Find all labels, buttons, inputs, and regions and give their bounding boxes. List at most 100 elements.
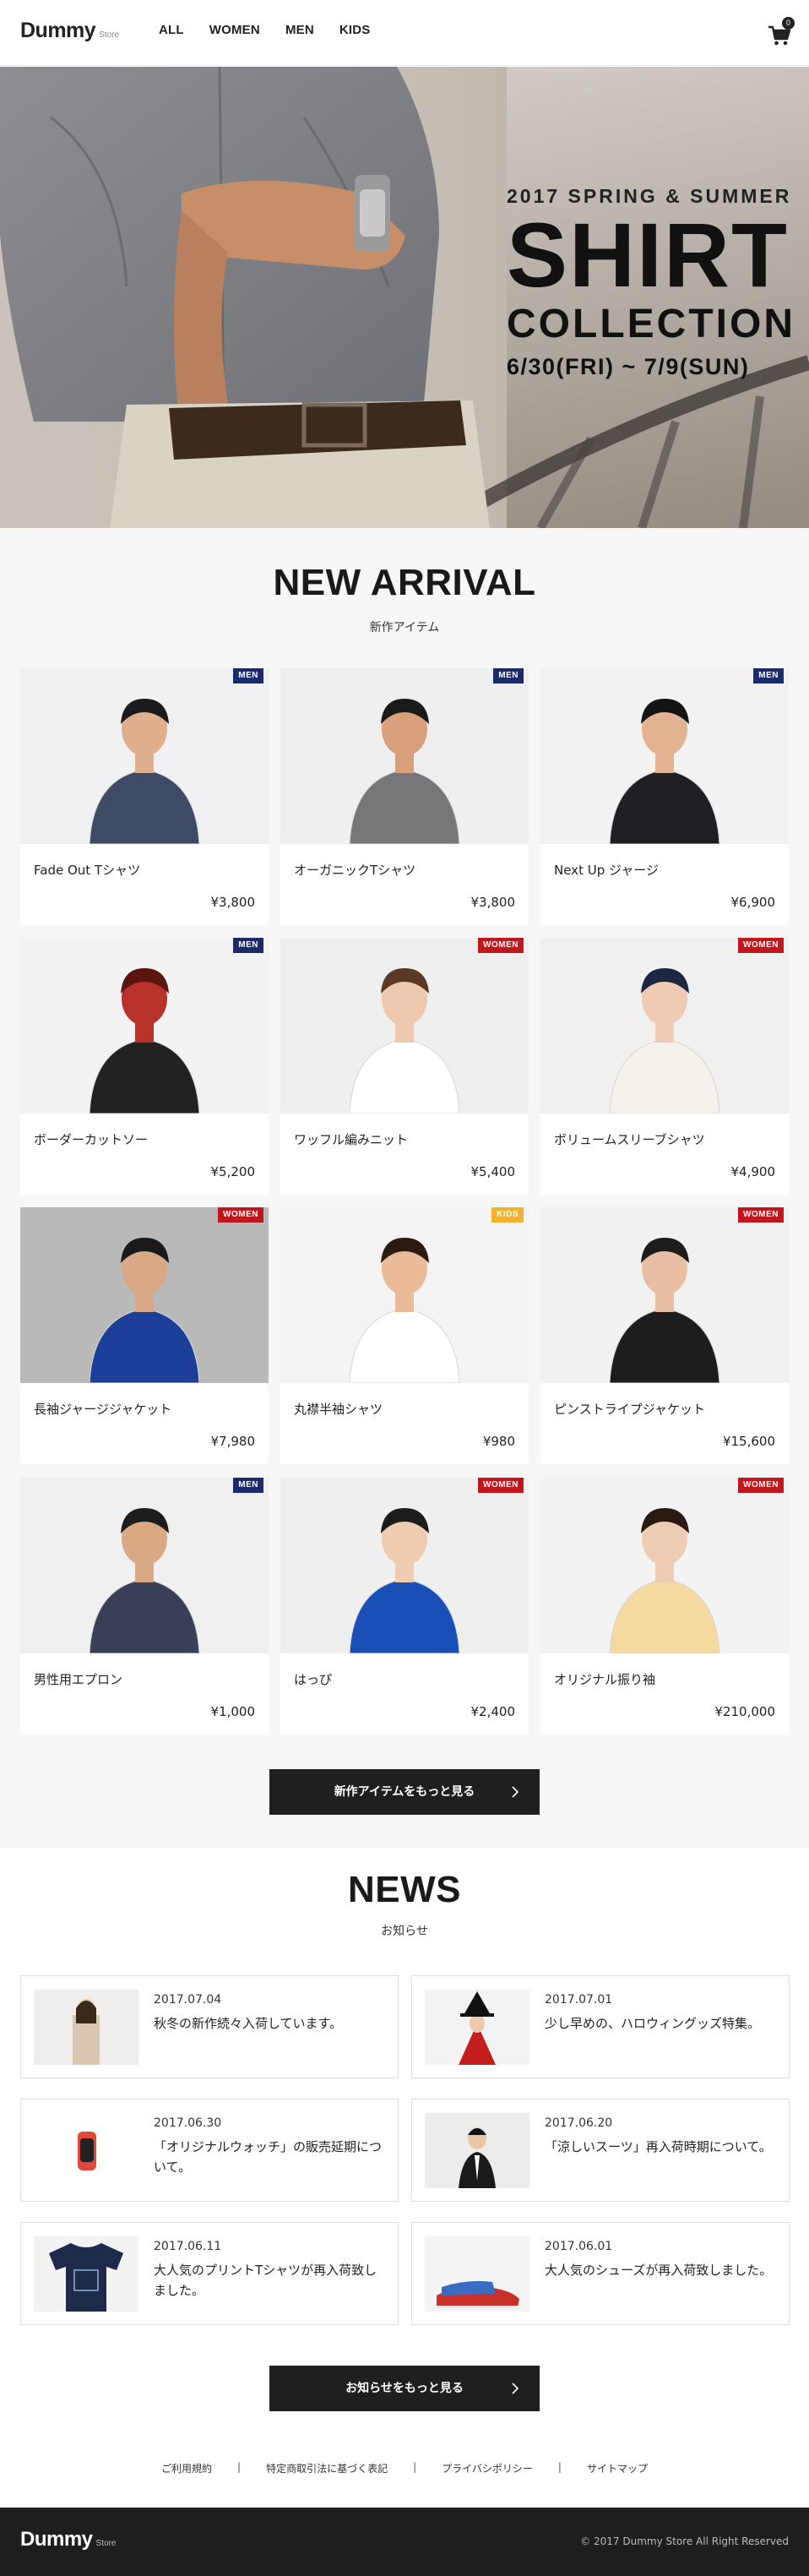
news-date: 2017.06.20 [545,2116,613,2130]
nav-men[interactable]: MEN [285,23,314,37]
footer-link-privacy[interactable]: プライバシポリシー [416,2461,558,2475]
news-headline[interactable]: 秋冬の新作続々入荷しています。 [154,2013,383,2034]
product-card[interactable]: WOMEN オリジナル振り袖 ¥210,000 [540,1478,789,1735]
hero-title: SHIRT [507,204,789,306]
category-badge: MEN [493,668,524,683]
product-card[interactable]: WOMEN ワッフル編みニット ¥5,400 [280,938,529,1195]
news-thumbnail [425,1990,529,2065]
category-badge: WOMEN [738,938,784,953]
news-title: NEWS [348,1869,461,1910]
product-price: ¥6,900 [730,895,776,910]
category-badge: WOMEN [738,1478,784,1493]
product-price: ¥7,980 [210,1434,256,1449]
news-headline[interactable]: 大人気のプリントTシャツが再入荷致しました。 [154,2260,383,2301]
product-photo[interactable] [20,1207,269,1383]
product-photo[interactable] [280,1478,529,1653]
logo-text: Dummy [20,19,96,42]
new-arrival-subtitle: 新作アイテム [369,621,440,634]
news-headline[interactable]: 少し早めの、ハロウィングッズ特集。 [545,2013,774,2034]
news-date: 2017.06.01 [545,2240,613,2253]
nav-all[interactable]: ALL [159,23,184,37]
news-headline[interactable]: 「オリジナルウォッチ」の販売延期について。 [154,2137,383,2177]
product-price: ¥2,400 [470,1704,516,1719]
product-price: ¥210,000 [714,1704,775,1719]
product-name[interactable]: 男性用エプロン [34,1670,122,1688]
product-name[interactable]: ボリュームスリーブシャツ [554,1130,705,1148]
product-photo[interactable] [540,1207,789,1383]
hero-copy: 2017 SPRING & SUMMER SHIRT COLLECTION 6/… [507,185,795,380]
product-price: ¥1,000 [210,1704,256,1719]
news-headline[interactable]: 「涼しいスーツ」再入荷時期について。 [545,2137,774,2157]
chevron-right-icon [512,2383,519,2394]
product-price: ¥3,800 [210,895,256,910]
footer-link-terms[interactable]: ご利用規約 [136,2461,237,2475]
product-photo[interactable] [280,938,529,1114]
product-photo[interactable] [20,938,269,1114]
product-photo[interactable] [280,668,529,844]
product-name[interactable]: オリジナル振り袖 [554,1670,655,1688]
cart-button[interactable]: 0 [767,17,795,46]
news-headline[interactable]: 大人気のシューズが再入荷致しました。 [545,2260,774,2280]
more-news-button[interactable]: お知らせをもっと見る [269,2366,540,2411]
news-date: 2017.06.30 [154,2116,222,2130]
product-card[interactable]: KIDS 丸襟半袖シャツ ¥980 [280,1207,529,1464]
product-name[interactable]: はっぴ [294,1670,332,1688]
product-photo[interactable] [20,668,269,844]
main-nav: ALL WOMEN MEN KIDS [159,23,396,37]
product-name[interactable]: Fade Out Tシャツ [34,861,140,879]
news-item[interactable]: 2017.06.30 「オリジナルウォッチ」の販売延期について。 [20,2099,399,2202]
footer-logo[interactable]: Dummy Store [20,2528,116,2551]
product-name[interactable]: 長袖ジャージジャケット [34,1400,171,1418]
product-name[interactable]: ボーダーカットソー [34,1130,148,1148]
product-name[interactable]: Next Up ジャージ [554,861,659,879]
product-card[interactable]: WOMEN はっぴ ¥2,400 [280,1478,529,1735]
news-thumbnail [34,2113,138,2188]
product-card[interactable]: WOMEN ボリュームスリーブシャツ ¥4,900 [540,938,789,1195]
footer-link-commerce[interactable]: 特定商取引法に基づく表記 [241,2461,413,2475]
news-date: 2017.07.04 [154,1993,222,2007]
product-photo[interactable] [540,1478,789,1653]
product-card[interactable]: WOMEN 長袖ジャージジャケット ¥7,980 [20,1207,269,1464]
product-price: ¥5,400 [470,1164,516,1179]
news-item[interactable]: 2017.07.01 少し早めの、ハロウィングッズ特集。 [411,1975,790,2078]
footer-logo-subtext: Store [95,2539,117,2548]
product-price: ¥980 [482,1434,515,1449]
hero-dates: 6/30(FRI) ~ 7/9(SUN) [507,354,750,379]
product-photo[interactable] [540,938,789,1114]
news-item[interactable]: 2017.07.04 秋冬の新作続々入荷しています。 [20,1975,399,2078]
product-photo[interactable] [20,1478,269,1653]
footer-links: ご利用規約 | 特定商取引法に基づく表記 | プライバシポリシー | サイトマッ… [0,2461,809,2475]
footer-link-sitemap[interactable]: サイトマップ [562,2461,673,2475]
product-card[interactable]: WOMEN ピンストライプジャケット ¥15,600 [540,1207,789,1464]
product-photo[interactable] [540,668,789,844]
more-arrivals-button[interactable]: 新作アイテムをもっと見る [269,1769,540,1815]
category-badge: MEN [233,938,263,953]
product-card[interactable]: MEN オーガニックTシャツ ¥3,800 [280,668,529,925]
more-news-label: お知らせをもっと見る [345,2382,464,2395]
news-item[interactable]: 2017.06.01 大人気のシューズが再入荷致しました。 [411,2222,790,2325]
site-header: Dummy Store ALL WOMEN MEN KIDS 0 [0,0,809,66]
product-name[interactable]: ピンストライプジャケット [554,1400,705,1418]
product-name[interactable]: 丸襟半袖シャツ [294,1400,383,1418]
chevron-right-icon [512,1786,519,1798]
product-name[interactable]: オーガニックTシャツ [294,861,415,879]
nav-women[interactable]: WOMEN [209,23,260,37]
nav-kids[interactable]: KIDS [339,23,371,37]
category-badge: WOMEN [738,1207,784,1223]
product-price: ¥3,800 [470,895,516,910]
category-badge: WOMEN [478,1478,524,1493]
product-price: ¥5,200 [210,1164,256,1179]
product-card[interactable]: MEN Fade Out Tシャツ ¥3,800 [20,668,269,925]
product-photo[interactable] [280,1207,529,1383]
product-card[interactable]: MEN 男性用エプロン ¥1,000 [20,1478,269,1735]
hero-banner[interactable]: 2017 SPRING & SUMMER SHIRT COLLECTION 6/… [0,67,809,528]
product-card[interactable]: MEN ボーダーカットソー ¥5,200 [20,938,269,1195]
product-name[interactable]: ワッフル編みニット [294,1130,408,1148]
site-logo[interactable]: Dummy Store [20,19,119,43]
site-footer: Dummy Store © 2017 Dummy Store All Right… [0,2508,809,2576]
news-item[interactable]: 2017.06.11 大人気のプリントTシャツが再入荷致しました。 [20,2222,399,2325]
more-arrivals-label: 新作アイテムをもっと見る [334,1785,475,1799]
news-item[interactable]: 2017.06.20 「涼しいスーツ」再入荷時期について。 [411,2099,790,2202]
category-badge: WOMEN [478,938,524,953]
product-card[interactable]: MEN Next Up ジャージ ¥6,900 [540,668,789,925]
